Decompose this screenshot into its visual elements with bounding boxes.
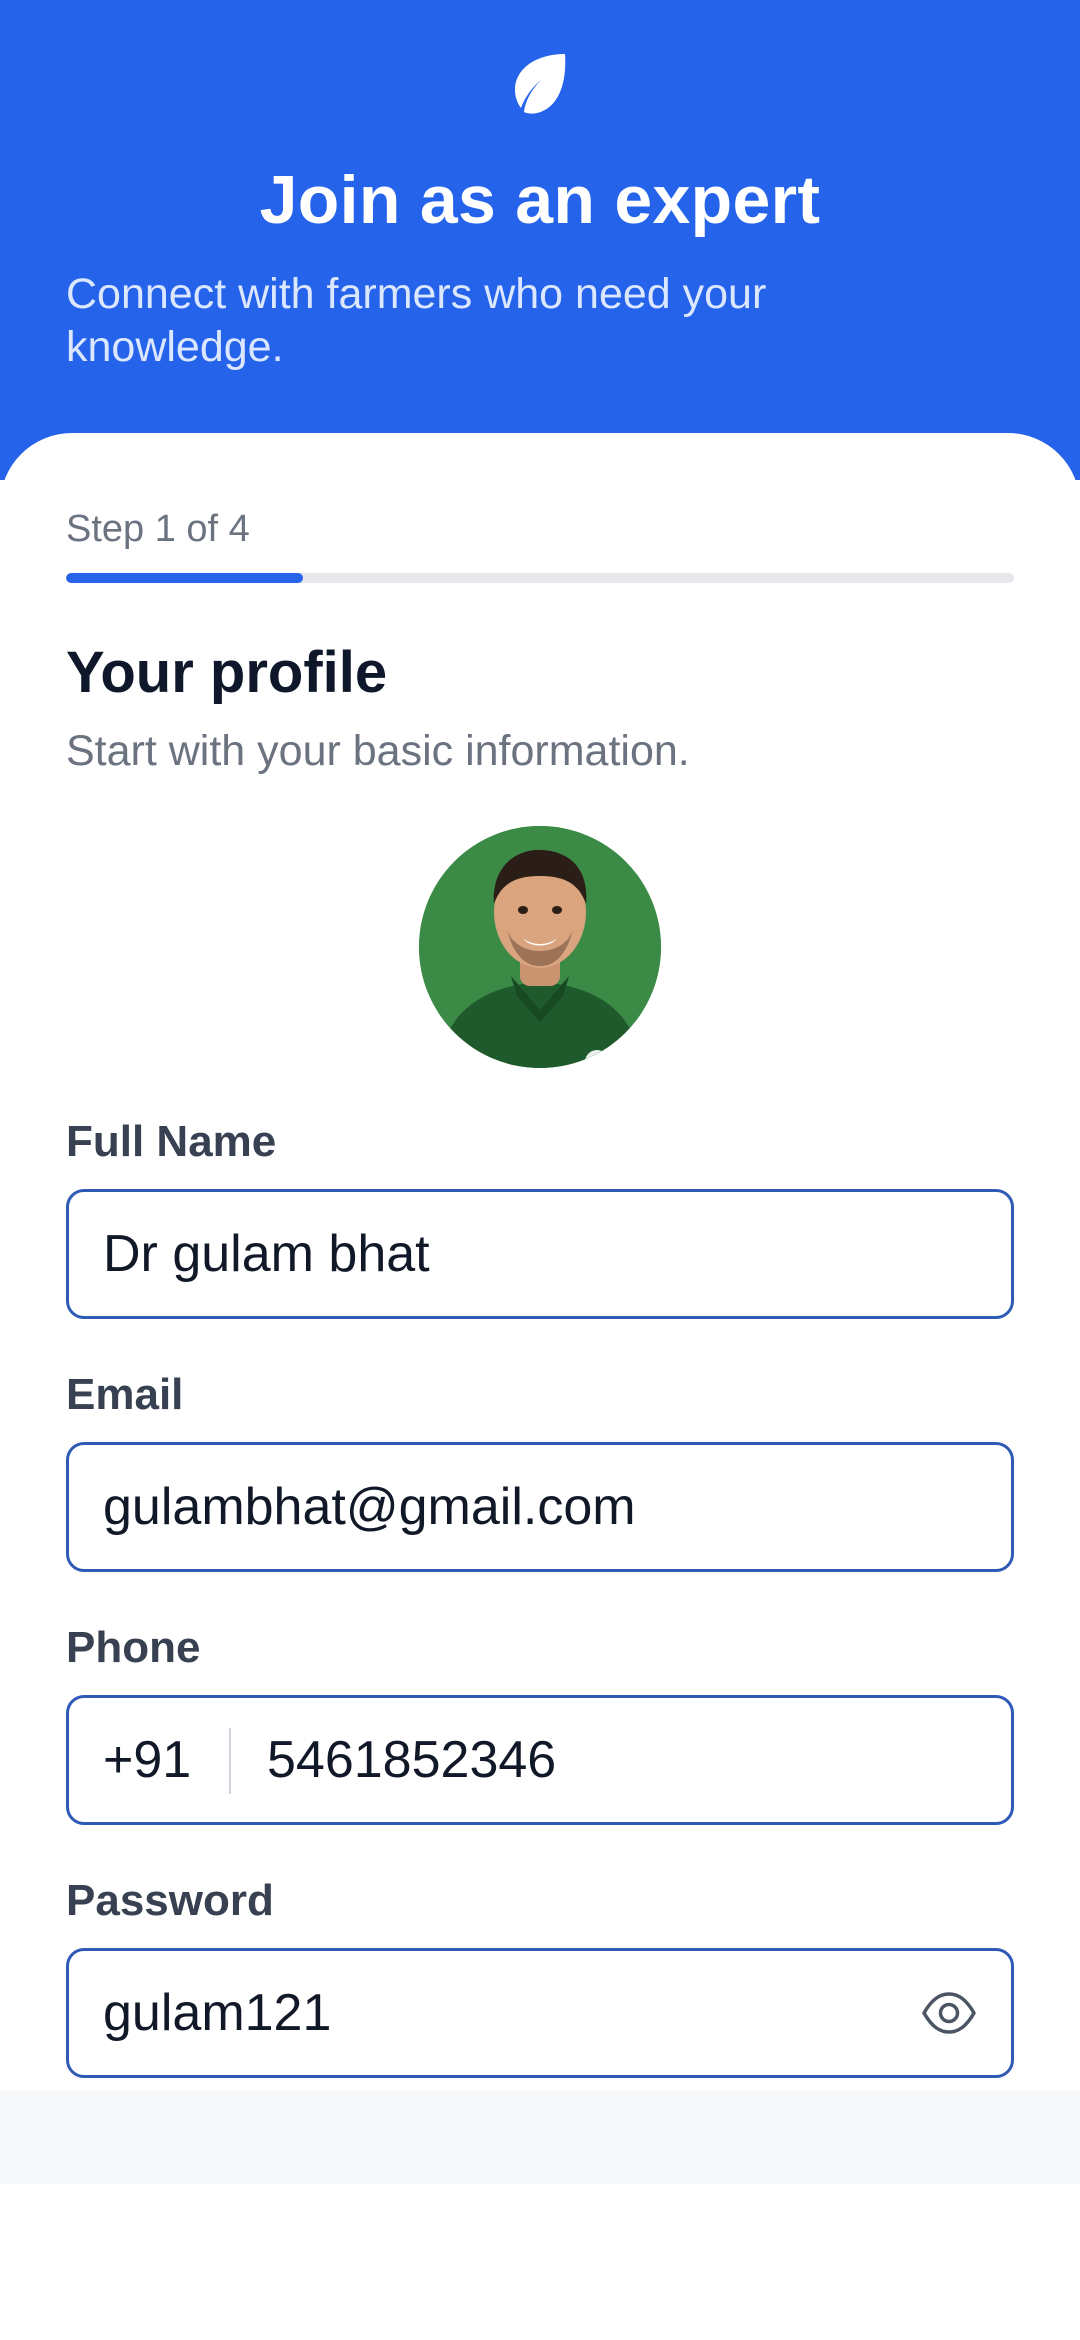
country-code[interactable]: +91 bbox=[103, 1698, 191, 1822]
password-value[interactable]: gulam121 bbox=[103, 1951, 331, 2075]
bottom-bar bbox=[0, 2090, 1080, 2184]
phone-divider bbox=[229, 1728, 231, 1794]
avatar-photo bbox=[419, 826, 661, 1068]
progress-bar bbox=[66, 573, 1014, 583]
step-indicator: Step 1 of 4 bbox=[66, 508, 250, 550]
full-name-field[interactable]: Dr gulam bhat bbox=[66, 1189, 1014, 1319]
page-title: Join as an expert bbox=[259, 162, 821, 238]
email-field[interactable]: gulambhat@gmail.com bbox=[66, 1442, 1014, 1572]
email-label: Email bbox=[66, 1370, 184, 1419]
section-title: Your profile bbox=[66, 640, 388, 705]
page-subtitle: Connect with farmers who need your knowl… bbox=[66, 270, 767, 371]
header-banner: Join as an expert Connect with farmers w… bbox=[0, 0, 1080, 480]
section-subtitle: Start with your basic information. bbox=[66, 727, 690, 775]
password-label: Password bbox=[66, 1876, 274, 1925]
leaf-icon bbox=[515, 54, 566, 114]
phone-value[interactable]: 5461852346 bbox=[267, 1698, 556, 1822]
phone-label: Phone bbox=[66, 1623, 201, 1672]
phone-field[interactable]: +91 5461852346 bbox=[66, 1695, 1014, 1825]
eye-icon[interactable] bbox=[921, 1989, 977, 2037]
progress-bar-fill bbox=[66, 573, 303, 583]
email-value[interactable]: gulambhat@gmail.com bbox=[103, 1445, 636, 1569]
password-field[interactable]: gulam121 bbox=[66, 1948, 1014, 2078]
full-name-value[interactable]: Dr gulam bhat bbox=[103, 1192, 430, 1316]
full-name-label: Full Name bbox=[66, 1117, 277, 1166]
avatar[interactable] bbox=[419, 826, 661, 1068]
